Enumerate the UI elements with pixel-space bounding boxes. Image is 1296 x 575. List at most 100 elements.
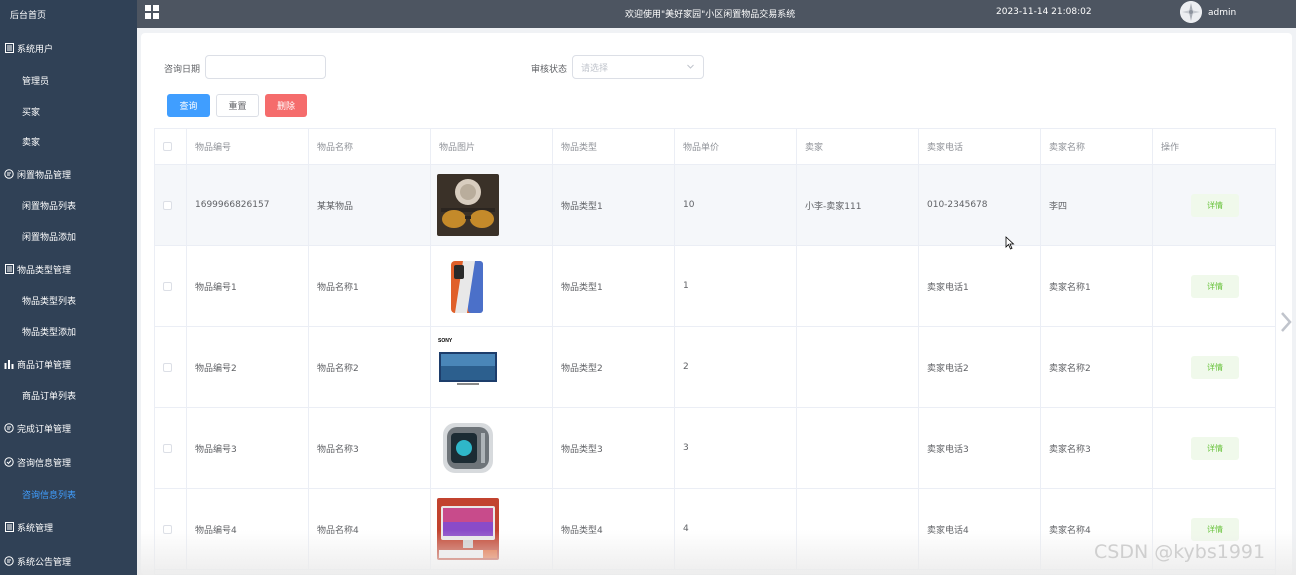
tv-photo[interactable]: SONY	[437, 336, 499, 398]
detail-button[interactable]: 详情	[1191, 436, 1239, 460]
status-placeholder: 请选择	[581, 63, 609, 74]
header-cell: 物品编号	[187, 129, 309, 164]
seller-name: 卖家名称2	[1041, 327, 1153, 407]
item-name: 某某物品	[309, 165, 431, 245]
row-checkbox[interactable]	[163, 524, 172, 534]
header-cell: 物品名称	[309, 129, 431, 164]
sidebar-item-idle-item-add[interactable]: 闲置物品添加	[0, 222, 137, 250]
desktop-pc-photo[interactable]	[437, 417, 499, 479]
header-cell: 卖家电话	[919, 129, 1041, 164]
sidebar-item-buyers[interactable]: 买家	[0, 97, 137, 125]
document-icon	[4, 43, 14, 54]
seller-phone: 010-2345678	[919, 165, 1041, 245]
item-type: 物品类型1	[553, 246, 675, 326]
seller	[797, 327, 919, 407]
detail-button[interactable]: 详情	[1191, 274, 1239, 298]
select-all-checkbox[interactable]	[163, 142, 172, 151]
item-name: 物品名称3	[309, 408, 431, 488]
grid-menu-icon[interactable]	[145, 5, 159, 19]
item-price: 10	[675, 165, 797, 245]
top-header: 欢迎使用"美好家园"小区闲置物品交易系统 2023-11-14 21:08:02…	[137, 0, 1296, 28]
row-select-cell	[155, 327, 187, 407]
sidebar-group-inquiries[interactable]: 咨询信息管理	[0, 448, 137, 476]
current-datetime: 2023-11-14 21:08:02	[996, 7, 1092, 17]
sidebar-item-type-list[interactable]: 物品类型列表	[0, 286, 137, 314]
item-code: 物品编号4	[187, 489, 309, 569]
sidebar-group-system-management[interactable]: 系统管理	[0, 513, 137, 541]
seller-phone: 卖家电话4	[919, 489, 1041, 569]
sidebar-group-orders[interactable]: 商品订单管理	[0, 350, 137, 378]
row-select-cell	[155, 489, 187, 569]
sidebar-group-announcements[interactable]: 系统公告管理	[0, 547, 137, 575]
sidebar-group-completed-orders[interactable]: 完成订单管理	[0, 414, 137, 442]
item-type: 物品类型1	[553, 165, 675, 245]
row-checkbox[interactable]	[163, 281, 172, 291]
item-image-cell	[431, 246, 553, 326]
item-type: 物品类型4	[553, 489, 675, 569]
table-row: 物品编号2 物品名称2 SONY 物品类型2 2 卖家电话2 卖家名称2 详情	[155, 327, 1275, 408]
item-price: 4	[675, 489, 797, 569]
sidebar-item-order-list[interactable]: 商品订单列表	[0, 381, 137, 409]
delete-button[interactable]: 删除	[265, 94, 307, 117]
item-image-cell	[431, 165, 553, 245]
chat-icon	[4, 169, 14, 180]
avatar[interactable]	[1180, 1, 1202, 23]
tv-brand-text: SONY	[438, 338, 453, 344]
detail-button[interactable]: 详情	[1191, 193, 1239, 217]
item-code: 1699966826157	[187, 165, 309, 245]
sidebar-item-home[interactable]: 后台首页	[0, 0, 137, 28]
header-cell: 卖家	[797, 129, 919, 164]
item-image-cell	[431, 489, 553, 569]
status-label: 审核状态	[531, 65, 568, 75]
header-cell: 物品图片	[431, 129, 553, 164]
sidebar-item-admins[interactable]: 管理员	[0, 66, 137, 94]
seller-phone: 卖家电话1	[919, 246, 1041, 326]
status-select[interactable]: 请选择	[572, 55, 704, 79]
header-cell: 物品类型	[553, 129, 675, 164]
sidebar-item-sellers[interactable]: 卖家	[0, 127, 137, 155]
query-button[interactable]: 查询	[167, 94, 210, 117]
sidebar-item-type-add[interactable]: 物品类型添加	[0, 317, 137, 345]
sidebar-group-item-types[interactable]: 物品类型管理	[0, 255, 137, 283]
chat-icon	[4, 556, 14, 567]
reset-button[interactable]: 重置	[216, 94, 259, 117]
action-cell: 详情	[1153, 246, 1275, 326]
sidebar-item-idle-item-list[interactable]: 闲置物品列表	[0, 191, 137, 219]
date-input[interactable]	[205, 55, 326, 79]
seller-name: 卖家名称3	[1041, 408, 1153, 488]
mouse-cursor-icon	[1005, 236, 1015, 253]
row-checkbox[interactable]	[163, 362, 172, 372]
item-name: 物品名称2	[309, 327, 431, 407]
sidebar-group-system-users[interactable]: 系统用户	[0, 34, 137, 62]
action-cell: 详情	[1153, 408, 1275, 488]
item-type: 物品类型3	[553, 408, 675, 488]
system-title: 欢迎使用"美好家园"小区闲置物品交易系统	[625, 10, 796, 20]
detail-button[interactable]: 详情	[1191, 517, 1239, 541]
header-cell: 卖家名称	[1041, 129, 1153, 164]
item-type: 物品类型2	[553, 327, 675, 407]
seller-phone: 卖家电话2	[919, 327, 1041, 407]
table-row: 1699966826157 某某物品 物品类型1 10 小李-卖家111 010…	[155, 165, 1275, 246]
imac-photo[interactable]	[437, 498, 499, 560]
username[interactable]: admin	[1208, 8, 1236, 18]
seller-phone: 卖家电话3	[919, 408, 1041, 488]
item-name: 物品名称1	[309, 246, 431, 326]
chevron-right-icon[interactable]	[1278, 310, 1294, 334]
item-image-cell: SONY	[431, 327, 553, 407]
sidebar-item-inquiry-list[interactable]: 咨询信息列表	[0, 480, 137, 508]
row-checkbox[interactable]	[163, 443, 172, 453]
check-circle-icon	[4, 457, 14, 468]
row-select-cell	[155, 165, 187, 245]
table-header-row: 物品编号 物品名称 物品图片 物品类型 物品单价 卖家 卖家电话 卖家名称 操作	[155, 129, 1275, 165]
sidebar-group-idle-items[interactable]: 闲置物品管理	[0, 160, 137, 188]
seller	[797, 489, 919, 569]
phone-photo[interactable]	[437, 255, 499, 317]
sunglasses-photo[interactable]	[437, 174, 499, 236]
row-checkbox[interactable]	[163, 200, 172, 210]
table-row: 物品编号1 物品名称1 物品类型1 1 卖家电话1 卖家名称1 详情	[155, 246, 1275, 327]
chat-icon	[4, 423, 14, 434]
item-code: 物品编号3	[187, 408, 309, 488]
header-cell: 操作	[1161, 143, 1180, 153]
detail-button[interactable]: 详情	[1191, 355, 1239, 379]
item-name: 物品名称4	[309, 489, 431, 569]
